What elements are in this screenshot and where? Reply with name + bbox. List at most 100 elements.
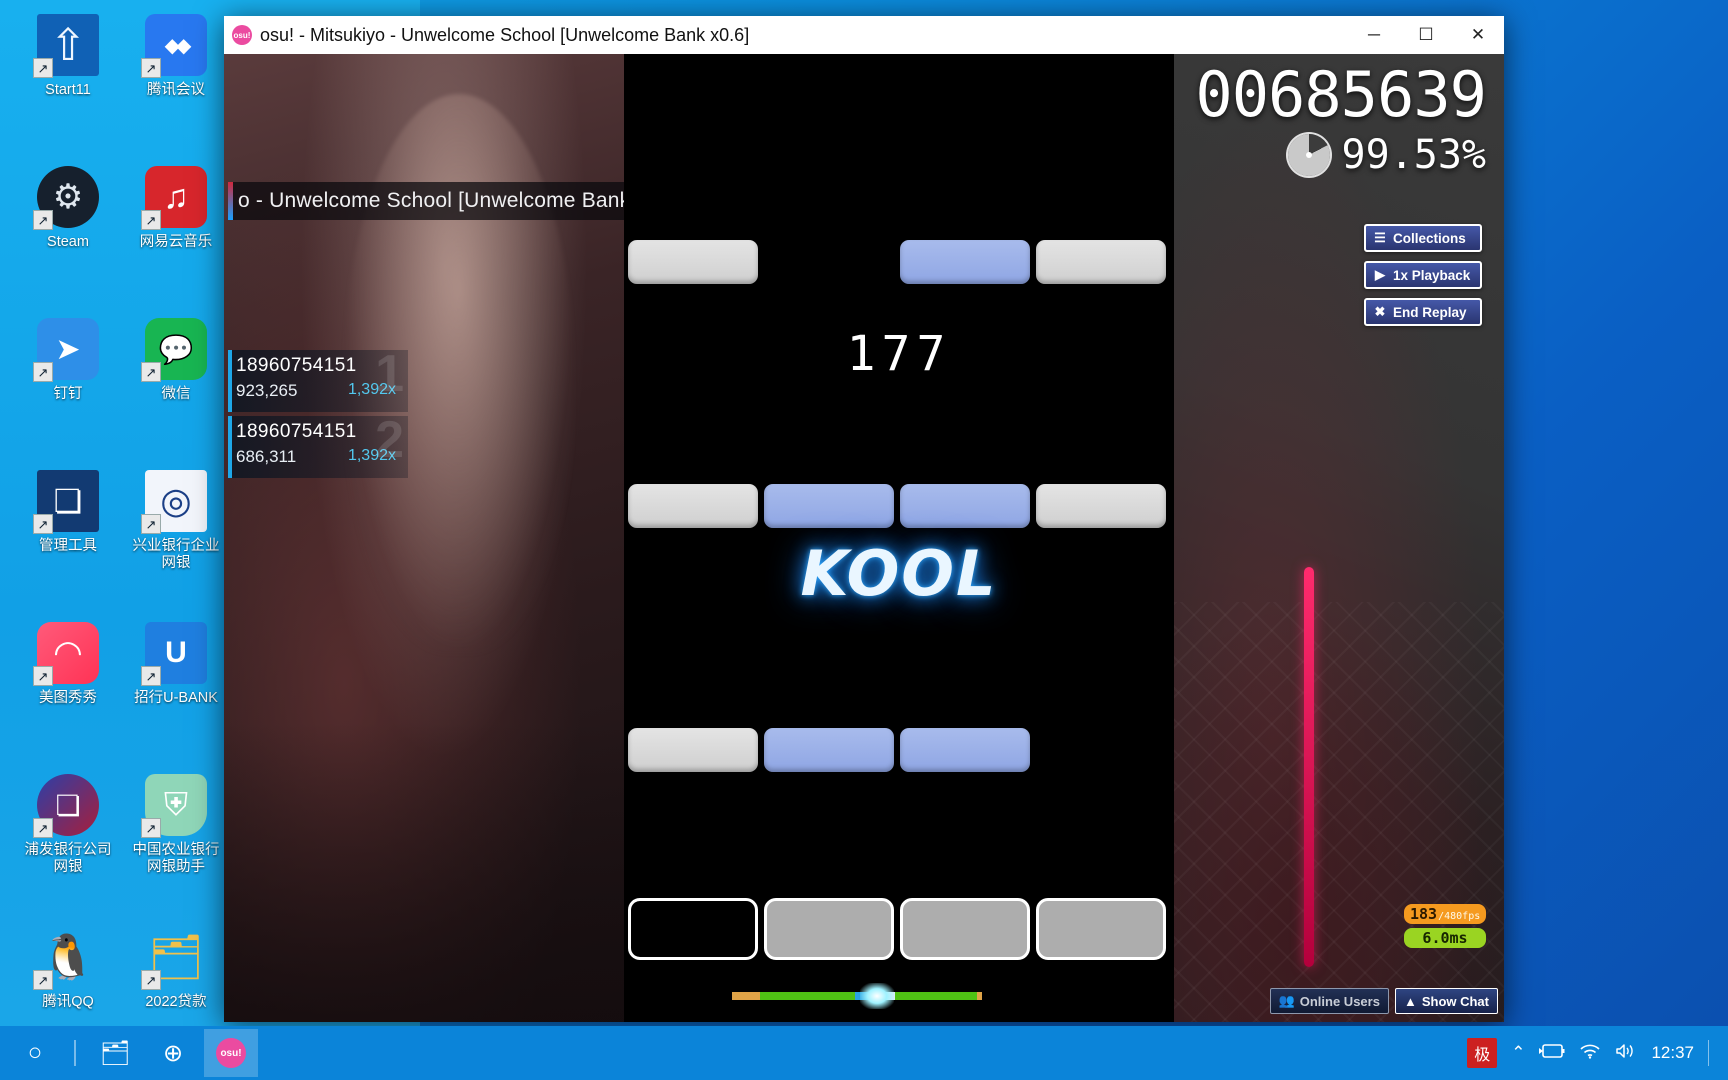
window-titlebar[interactable]: osu! osu! - Mitsukiyo - Unwelcome School… (224, 16, 1504, 54)
mania-playfield[interactable]: 177 KOOL (624, 54, 1174, 1022)
fps-frametime: 6.0ms (1404, 928, 1486, 948)
playback-speed-button-label: 1x Playback (1393, 267, 1471, 283)
desktop-icon-start11-label: Start11 (45, 82, 91, 98)
desktop[interactable]: ↗Start11↗腾讯会议↗Steam↗网易云音乐↗钉钉↗微信↗管理工具↗兴业银… (0, 0, 1728, 1080)
shortcut-arrow-icon: ↗ (33, 58, 53, 78)
desktop-icon-admin-tools-label: 管理工具 (39, 538, 97, 554)
leaderboard-score: 923,265 (236, 381, 298, 400)
desktop-icon-meitu-glyph: ↗ (33, 622, 99, 686)
windows-taskbar[interactable]: ○ 🗂 ⊕ osu! 极 ⌃ 12:37 (0, 1026, 1728, 1080)
online-users-button-label: Online Users (1299, 993, 1380, 1009)
desktop-icon-tencent-meeting-glyph: ↗ (141, 14, 207, 78)
replay-menu: ☰ Collections ▶ 1x Playback ✖ End Replay (1364, 224, 1482, 335)
note (900, 484, 1030, 528)
shortcut-arrow-icon: ↗ (141, 818, 161, 838)
online-users-button-icon: 👥 (1278, 993, 1295, 1008)
desktop-icon-meitu-label: 美图秀秀 (39, 690, 97, 706)
shortcut-arrow-icon: ↗ (33, 362, 53, 382)
taskbar-security-icon: ⊕ (162, 1039, 184, 1067)
desktop-icon-start11[interactable]: ↗ Start11 (18, 8, 118, 156)
desktop-icon-cmb-ubank-label: 招行U-BANK (134, 690, 218, 706)
system-tray: 极 ⌃ 12:37 (1467, 1038, 1728, 1068)
ime-icon[interactable]: 极 (1467, 1038, 1498, 1068)
shortcut-arrow-icon: ↗ (141, 970, 161, 990)
desktop-icon-steam[interactable]: ↗ Steam (18, 160, 118, 308)
taskbar-clock[interactable]: 12:37 (1651, 1043, 1694, 1063)
combo-counter: 177 (846, 326, 952, 382)
desktop-icon-dingtalk[interactable]: ↗钉钉 (18, 312, 118, 460)
taskbar-osu-icon: osu! (216, 1038, 246, 1068)
end-replay-button[interactable]: ✖ End Replay (1364, 298, 1482, 326)
receptor-key[interactable] (1036, 898, 1166, 960)
receptor-row[interactable] (624, 898, 1174, 962)
window-controls: ─ ☐ ✕ (1348, 16, 1504, 54)
progress-segment (732, 992, 760, 1000)
progress-marker (860, 983, 894, 1009)
shortcut-arrow-icon: ↗ (141, 210, 161, 230)
desktop-icon-spdb-bank[interactable]: ↗ 浦发银行公司网银 (18, 768, 118, 916)
collections-button-icon: ☰ (1374, 230, 1386, 245)
leaderboard-panel: 1 18960754151 923,265 1,392x 2 18960754151 686… (228, 348, 408, 482)
leaderboard-entry[interactable]: 1 18960754151 923,265 1,392x (228, 348, 408, 412)
desktop-icon-wechat-glyph: ↗ (141, 318, 207, 382)
leaderboard-entry-stripe (228, 350, 232, 412)
wifi-icon[interactable] (1579, 1043, 1601, 1064)
taskbar-cortana[interactable]: ○ (8, 1029, 62, 1077)
note (628, 240, 758, 284)
taskbar-file-explorer-icon: 🗂 (99, 1039, 131, 1067)
playback-speed-button-icon: ▶ (1375, 267, 1385, 282)
progress-segment (895, 992, 977, 1000)
leaderboard-entry-stripe (228, 416, 232, 478)
desktop-icon-tencent-meeting[interactable]: ↗ 腾讯会议 (126, 8, 226, 156)
desktop-icon-tencent-meeting-label: 腾讯会议 (147, 82, 205, 98)
desktop-icon-meitu[interactable]: ↗ 美图秀秀 (18, 616, 118, 764)
desktop-icon-netease-music-label: 网易云音乐 (139, 234, 213, 250)
desktop-icon-cmb-ubank-glyph: ↗ (141, 622, 207, 686)
tray-chevron-up-icon[interactable]: ⌃ (1511, 1043, 1525, 1063)
taskbar-osu[interactable]: osu! (204, 1029, 258, 1077)
note (628, 484, 758, 528)
minimize-button[interactable]: ─ (1348, 16, 1400, 54)
receptor-key[interactable] (764, 898, 894, 960)
volume-icon[interactable] (1615, 1043, 1637, 1064)
progress-segment (760, 992, 855, 1000)
taskbar-security[interactable]: ⊕ (146, 1029, 200, 1077)
fps-counter[interactable]: 183 /480fps 6.0ms (1404, 904, 1486, 948)
fps-limit: /480fps (1438, 911, 1481, 922)
battery-icon[interactable] (1539, 1043, 1565, 1063)
note (1036, 484, 1166, 528)
desktop-icon-tencent-qq-label: 腾讯QQ (42, 994, 94, 1010)
taskbar-file-explorer[interactable]: 🗂 (88, 1029, 142, 1077)
playback-speed-button[interactable]: ▶ 1x Playback (1364, 261, 1482, 289)
desktop-icon-steam-label: Steam (47, 234, 89, 250)
desktop-icon-netease-music[interactable]: ↗ 网易云音乐 (126, 160, 226, 308)
notification-center-icon[interactable] (1708, 1040, 1718, 1066)
end-replay-button-label: End Replay (1393, 304, 1467, 320)
collections-button[interactable]: ☰ Collections (1364, 224, 1482, 252)
desktop-icon-abc-bank[interactable]: ↗ 中国农业银行网银助手 (126, 768, 226, 916)
leaderboard-entry[interactable]: 2 18960754151 686,311 1,392x (228, 414, 408, 478)
close-button[interactable]: ✕ (1452, 16, 1504, 54)
osu-game-window[interactable]: osu! osu! - Mitsukiyo - Unwelcome School… (224, 16, 1504, 1022)
shortcut-arrow-icon: ↗ (33, 818, 53, 838)
online-users-button[interactable]: 👥 Online Users (1269, 988, 1389, 1014)
accuracy-value: 99.53% (1341, 132, 1487, 178)
song-title-text: o - Unwelcome School [Unwelcome Bank x0.… (238, 189, 683, 212)
collections-button-label: Collections (1393, 230, 1466, 246)
desktop-icon-abc-bank-label: 中国农业银行网银助手 (132, 842, 220, 875)
show-chat-button[interactable]: ▲ Show Chat (1394, 988, 1498, 1014)
game-viewport[interactable]: o - Unwelcome School [Unwelcome Bank x0.… (224, 54, 1504, 1022)
desktop-icon-wechat[interactable]: ↗微信 (126, 312, 226, 460)
maximize-button[interactable]: ☐ (1400, 16, 1452, 54)
beatmap-background-right (1164, 54, 1504, 1022)
desktop-icon-admin-tools[interactable]: ↗ 管理工具 (18, 464, 118, 612)
receptor-key[interactable] (900, 898, 1030, 960)
desktop-icon-tencent-qq-glyph: ↗ (33, 926, 99, 990)
song-progress-bar[interactable] (732, 983, 982, 1009)
osu-logo-icon: osu! (232, 25, 252, 45)
desktop-icon-cmb-ubank[interactable]: ↗ 招行U-BANK (126, 616, 226, 764)
desktop-icon-cib-bank[interactable]: ↗ 兴业银行企业网银 (126, 464, 226, 612)
receptor-key[interactable] (628, 898, 758, 960)
shortcut-arrow-icon: ↗ (33, 210, 53, 230)
note (1036, 240, 1166, 284)
